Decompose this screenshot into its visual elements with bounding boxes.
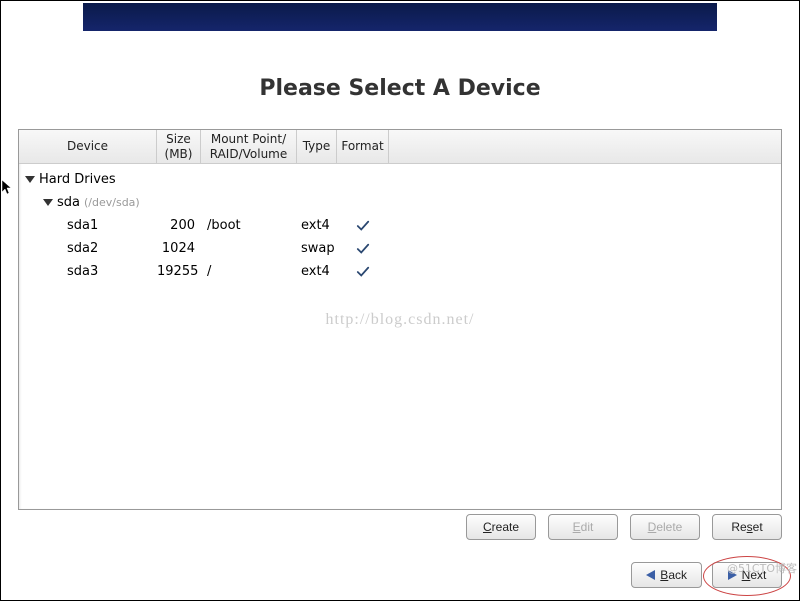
disk-name: sda [57,195,80,210]
table-header: Device Size (MB) Mount Point/ RAID/Volum… [19,130,781,164]
table-row[interactable]: sda2 1024 swap [19,237,781,260]
partition-device: sda2 [19,241,157,256]
check-icon [356,265,370,279]
create-button[interactable]: Create [466,514,536,540]
watermark-text: http://blog.csdn.net/ [1,311,799,329]
cursor-icon [1,179,13,197]
col-type[interactable]: Type [297,130,337,163]
table-row[interactable]: sda3 19255 / ext4 [19,260,781,283]
partition-device: sda3 [19,264,157,279]
partition-format [337,265,389,279]
partition-type: swap [297,241,337,256]
col-mount[interactable]: Mount Point/ RAID/Volume [201,130,297,163]
expand-icon[interactable] [43,199,53,206]
disk-path: (/dev/sda) [84,196,140,209]
edit-button: Edit [548,514,618,540]
title-banner [83,3,717,31]
expand-icon[interactable] [25,176,35,183]
partition-type: ext4 [297,264,337,279]
partition-format [337,219,389,233]
partition-size: 1024 [157,241,201,256]
partition-type: ext4 [297,218,337,233]
page-title: Please Select A Device [1,76,799,101]
delete-button: Delete [630,514,700,540]
reset-button[interactable]: Reset [712,514,782,540]
arrow-left-icon [646,570,655,580]
check-icon [356,219,370,233]
partition-device: sda1 [19,218,157,233]
col-device[interactable]: Device [19,130,157,163]
corner-watermark: @51CTO博客 [727,560,797,576]
partition-actions: Create Edit Delete Reset [466,514,782,540]
partition-size: 19255 [157,264,201,279]
col-size[interactable]: Size (MB) [157,130,201,163]
partition-mount: / [201,264,297,279]
col-format[interactable]: Format [337,130,389,163]
tree-disk-sda[interactable]: sda (/dev/sda) [19,191,781,214]
partition-mount: /boot [201,218,297,233]
hard-drives-label: Hard Drives [39,172,116,187]
partition-size: 200 [157,218,201,233]
check-icon [356,242,370,256]
back-button[interactable]: Back [631,562,702,588]
partition-format [337,242,389,256]
tree-hard-drives[interactable]: Hard Drives [19,168,781,191]
table-body: Hard Drives sda (/dev/sda) sda1 200 /boo… [19,164,781,283]
table-row[interactable]: sda1 200 /boot ext4 [19,214,781,237]
